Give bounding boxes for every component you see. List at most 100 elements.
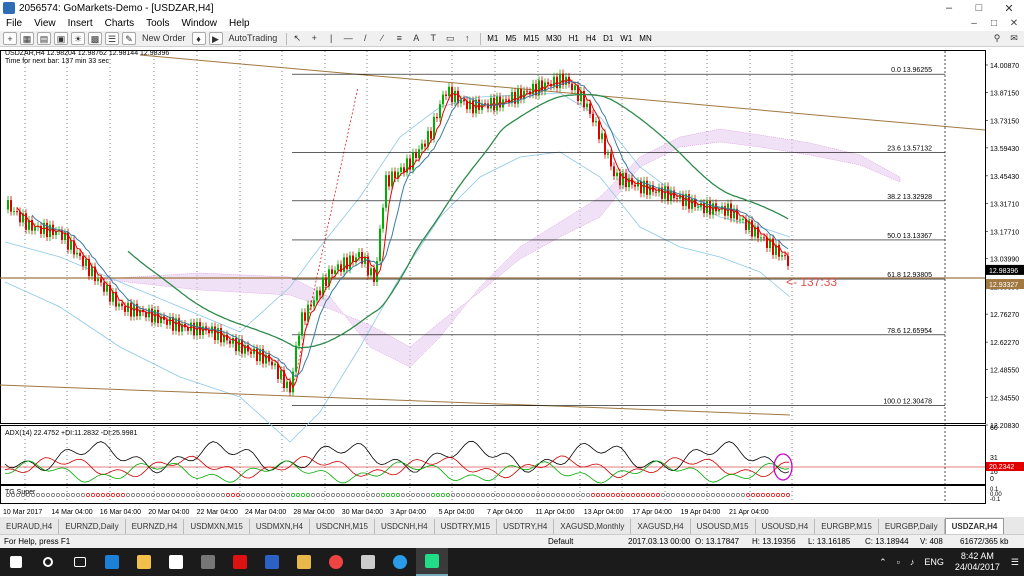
autotrading-button[interactable]: AutoTrading (226, 32, 281, 45)
menu-tools[interactable]: Tools (140, 18, 175, 29)
crosshair-icon[interactable]: + (307, 32, 321, 45)
data-window-icon[interactable]: ▣ (54, 32, 68, 45)
timeframe-mn[interactable]: MN (636, 34, 654, 43)
network-icon[interactable]: ▫ (897, 557, 900, 567)
fibonacci-icon[interactable]: ≡ (392, 32, 406, 45)
market-watch-icon[interactable]: ▤ (37, 32, 51, 45)
vertical-line-icon[interactable]: | (324, 32, 338, 45)
trendline-icon[interactable]: / (358, 32, 372, 45)
taskbar: ⌃ ▫ ♪ ENG 8:42 AM 24/04/2017 ☰ (0, 548, 1024, 576)
task-view-icon[interactable] (64, 548, 96, 576)
chart-tab[interactable]: EURGBP,Daily (879, 519, 945, 534)
menu-view[interactable]: View (28, 18, 62, 29)
chart-tab[interactable]: USDCNH,M15 (310, 519, 375, 534)
notifications-icon[interactable]: ☰ (1011, 557, 1019, 568)
cursor-icon[interactable]: ↖ (290, 32, 304, 45)
timeframe-m5[interactable]: M5 (502, 34, 519, 43)
tg-signal-dot (176, 493, 180, 497)
autotrading-icon[interactable]: ▶ (208, 32, 223, 45)
maximize-button[interactable]: □ (964, 2, 994, 14)
timeframe-h1[interactable]: H1 (566, 34, 582, 43)
metaeditor-icon[interactable]: ♦ (191, 32, 206, 45)
chart-tab[interactable]: USOUSD,M15 (691, 519, 756, 534)
windows-start-icon[interactable] (0, 548, 32, 576)
tg-signal-dot (466, 493, 470, 497)
calculator-icon[interactable] (192, 548, 224, 576)
folder-icon[interactable] (288, 548, 320, 576)
tray-chevron-icon[interactable]: ⌃ (879, 557, 887, 568)
chart-tab[interactable]: XAGUSD,H4 (631, 519, 691, 534)
tg-signal-dot (201, 493, 205, 497)
menu-charts[interactable]: Charts (99, 18, 140, 29)
minimize-button[interactable]: – (934, 2, 964, 14)
fib-level-label: 100.0 12.30478 (883, 399, 932, 406)
terminal-icon[interactable]: ▩ (88, 32, 102, 45)
tg-signal-dot (46, 493, 50, 497)
channel-icon[interactable]: ∕ (375, 32, 389, 45)
tester-icon[interactable]: ☰ (105, 32, 119, 45)
chart-tab[interactable]: USDCNH,H4 (375, 519, 435, 534)
candle-body (463, 99, 465, 102)
new-order-icon[interactable]: ✎ (122, 32, 136, 45)
child-restore-button[interactable]: □ (984, 18, 1004, 29)
close-button[interactable]: ✕ (994, 2, 1024, 15)
chart-tab[interactable]: USDTRY,M15 (435, 519, 498, 534)
chart-tab[interactable]: USDMXN,M15 (184, 519, 250, 534)
candle-body (190, 322, 192, 331)
text-icon[interactable]: A (409, 32, 423, 45)
shapes-icon[interactable]: ▭ (443, 32, 457, 45)
timeframe-m30[interactable]: M30 (543, 34, 565, 43)
menu-file[interactable]: File (0, 18, 28, 29)
skype-icon[interactable] (384, 548, 416, 576)
store-icon[interactable] (160, 548, 192, 576)
tg-signal-dot (566, 493, 570, 497)
chart-tab[interactable]: XAGUSD,Monthly (554, 519, 632, 534)
child-minimize-button[interactable]: – (964, 18, 984, 29)
horizontal-line-icon[interactable]: — (341, 32, 355, 45)
volume-icon[interactable]: ♪ (910, 557, 915, 567)
tg-signal-dot (756, 493, 760, 497)
chart-tab[interactable]: USOUSD,H4 (756, 519, 816, 534)
chart-window[interactable]: 0.0 13.96255 23.6 13.57132 38.2 13.32928 50… (0, 47, 1024, 517)
timeframe-d1[interactable]: D1 (600, 34, 616, 43)
chart-tab[interactable]: EURAUD,H4 (0, 519, 60, 534)
chart-tab[interactable]: EURNZD,H4 (126, 519, 185, 534)
candle-body (7, 200, 9, 210)
tg-signal-dot (786, 493, 790, 497)
language-indicator[interactable]: ENG (924, 557, 944, 567)
price-chart[interactable]: 0.0 13.96255 23.6 13.57132 38.2 13.32928 50… (0, 47, 1024, 517)
adx-label: ADX(14) 22.4752 +DI:11.2832 -DI:25.9981 (5, 430, 137, 437)
child-close-button[interactable]: ✕ (1004, 18, 1024, 29)
chrome-icon[interactable] (320, 548, 352, 576)
search-icon[interactable]: ⚲ (990, 32, 1004, 45)
label-icon[interactable]: T (426, 32, 440, 45)
k-app-icon[interactable] (224, 548, 256, 576)
chart-tab[interactable]: USDMXN,H4 (250, 519, 310, 534)
timeframe-w1[interactable]: W1 (617, 34, 635, 43)
chart-tab[interactable]: EURGBP,M15 (815, 519, 879, 534)
file-explorer-icon[interactable] (128, 548, 160, 576)
chat-icon[interactable]: ✉ (1007, 32, 1021, 45)
search-icon[interactable] (32, 548, 64, 576)
navigator-icon[interactable]: ☀ (71, 32, 85, 45)
timeframe-h4[interactable]: H4 (583, 34, 599, 43)
clock[interactable]: 8:42 AM 24/04/2017 (955, 551, 1000, 573)
menu-help[interactable]: Help (223, 18, 256, 29)
menu-insert[interactable]: Insert (62, 18, 99, 29)
edge-browser-icon[interactable] (96, 548, 128, 576)
shield-icon[interactable] (256, 548, 288, 576)
new-chart-icon[interactable]: + (3, 32, 17, 45)
new-order-button[interactable]: New Order (139, 32, 189, 45)
chart-tab[interactable]: USDZAR,H4 (944, 518, 1005, 534)
timeframe-m15[interactable]: M15 (520, 34, 542, 43)
date-axis-label: 17 Apr 04:00 (632, 509, 672, 516)
metatrader-icon[interactable] (416, 548, 448, 576)
arrows-icon[interactable]: ↑ (460, 32, 474, 45)
menu-window[interactable]: Window (175, 18, 223, 29)
chart-tab[interactable]: EURNZD,Daily (59, 519, 126, 534)
status-profile[interactable]: Default (548, 537, 573, 546)
timeframe-m1[interactable]: M1 (484, 34, 501, 43)
mail-icon[interactable] (352, 548, 384, 576)
profiles-icon[interactable]: ▦ (20, 32, 34, 45)
chart-tab[interactable]: USDTRY,H4 (497, 519, 555, 534)
